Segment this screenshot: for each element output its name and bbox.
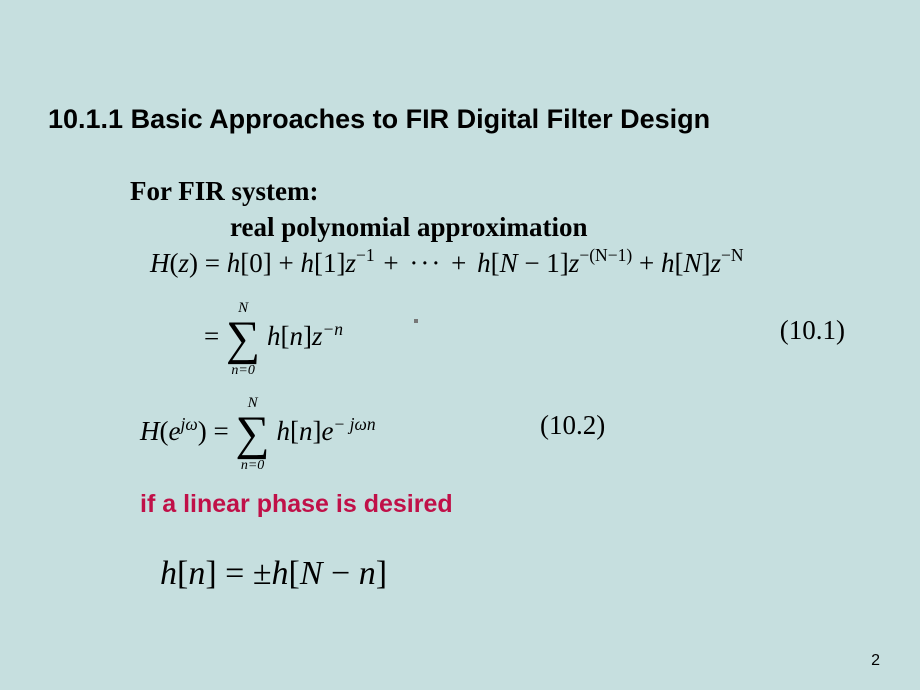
equation-hejw: H(ejω) = N ∑ n=0 h[n]e− jωn [140,410,376,458]
equals: = [204,321,226,351]
equation-number-1: (10.1) [780,315,845,346]
exp-minus-1: −1 [356,245,375,265]
sigma-lower: n=0 [241,458,264,474]
sym-H: H [140,416,160,446]
bracket-open: [ [491,248,500,278]
plus: + [632,248,661,278]
sym-z: z [312,321,323,351]
paren-close: ) [189,248,198,278]
page-number: 2 [871,652,880,670]
sym-z: z [569,248,580,278]
sym-N: N [683,248,701,278]
sym-z: z [710,248,721,278]
approximation-label: real polynomial approximation [230,212,588,243]
section-title: 10.1.1 Basic Approaches to FIR Digital F… [48,104,710,135]
bracket-1: [1] [314,248,345,278]
sym-n: n [299,416,313,446]
sym-h: h [227,248,241,278]
bracket-0: [0] [240,248,271,278]
sym-h: h [272,555,289,592]
sym-e: e [321,416,333,446]
equation-hz-sum: = N ∑ n=0 h[n]z−n [204,315,343,363]
bracket-open: [ [290,416,299,446]
sym-e: e [169,416,181,446]
sigma-icon: ∑ [226,315,260,363]
bracket-Nm1: − 1] [518,248,569,278]
exp-Nm1: −(N−1) [579,245,632,265]
equation-hz-expansion: H(z) = h[0] + h[1]z−1 + ··· + h[N − 1]z−… [150,246,744,279]
sym-N: N [300,555,323,592]
sym-h: h [300,248,314,278]
sigma-sum: N ∑ n=0 [235,410,269,458]
exp-mjwn: − jωn [333,414,375,434]
exp-minus-N: −N [721,245,744,265]
plus: + [272,248,301,278]
paren-open: ( [160,416,169,446]
paren-close: ) [198,416,207,446]
ellipsis: + ··· + [375,248,477,278]
sigma-lower: n=0 [231,363,254,379]
sym-n: n [289,321,303,351]
sym-h: h [276,416,290,446]
exp-minus-n: −n [322,319,343,339]
sym-N: N [500,248,518,278]
bracket-close: ] [205,555,216,592]
sym-h: h [477,248,491,278]
sym-z: z [345,248,356,278]
bracket-close: ] [303,321,312,351]
equals: = [198,248,227,278]
bracket-open: [ [289,555,300,592]
decorative-dot [414,319,418,323]
sym-h: h [160,555,177,592]
equation-linear-phase-condition: h[n] = ±h[N − n] [160,555,387,593]
paren-open: ( [170,248,179,278]
sigma-sum: N ∑ n=0 [226,315,260,363]
sigma-icon: ∑ [235,410,269,458]
sym-n: n [188,555,205,592]
for-fir-label: For FIR system: [130,176,318,207]
sym-z: z [179,248,190,278]
linear-phase-note: if a linear phase is desired [140,490,453,519]
sym-h: h [267,321,281,351]
minus: − [323,555,359,592]
sym-H: H [150,248,170,278]
sym-h: h [661,248,675,278]
bracket-open: [ [177,555,188,592]
bracket-close: ] [376,555,387,592]
equals-pm: = ± [217,555,272,592]
sym-n: n [359,555,376,592]
equation-number-2: (10.2) [540,410,605,441]
exp-jw: jω [180,414,197,434]
equals: = [207,416,236,446]
